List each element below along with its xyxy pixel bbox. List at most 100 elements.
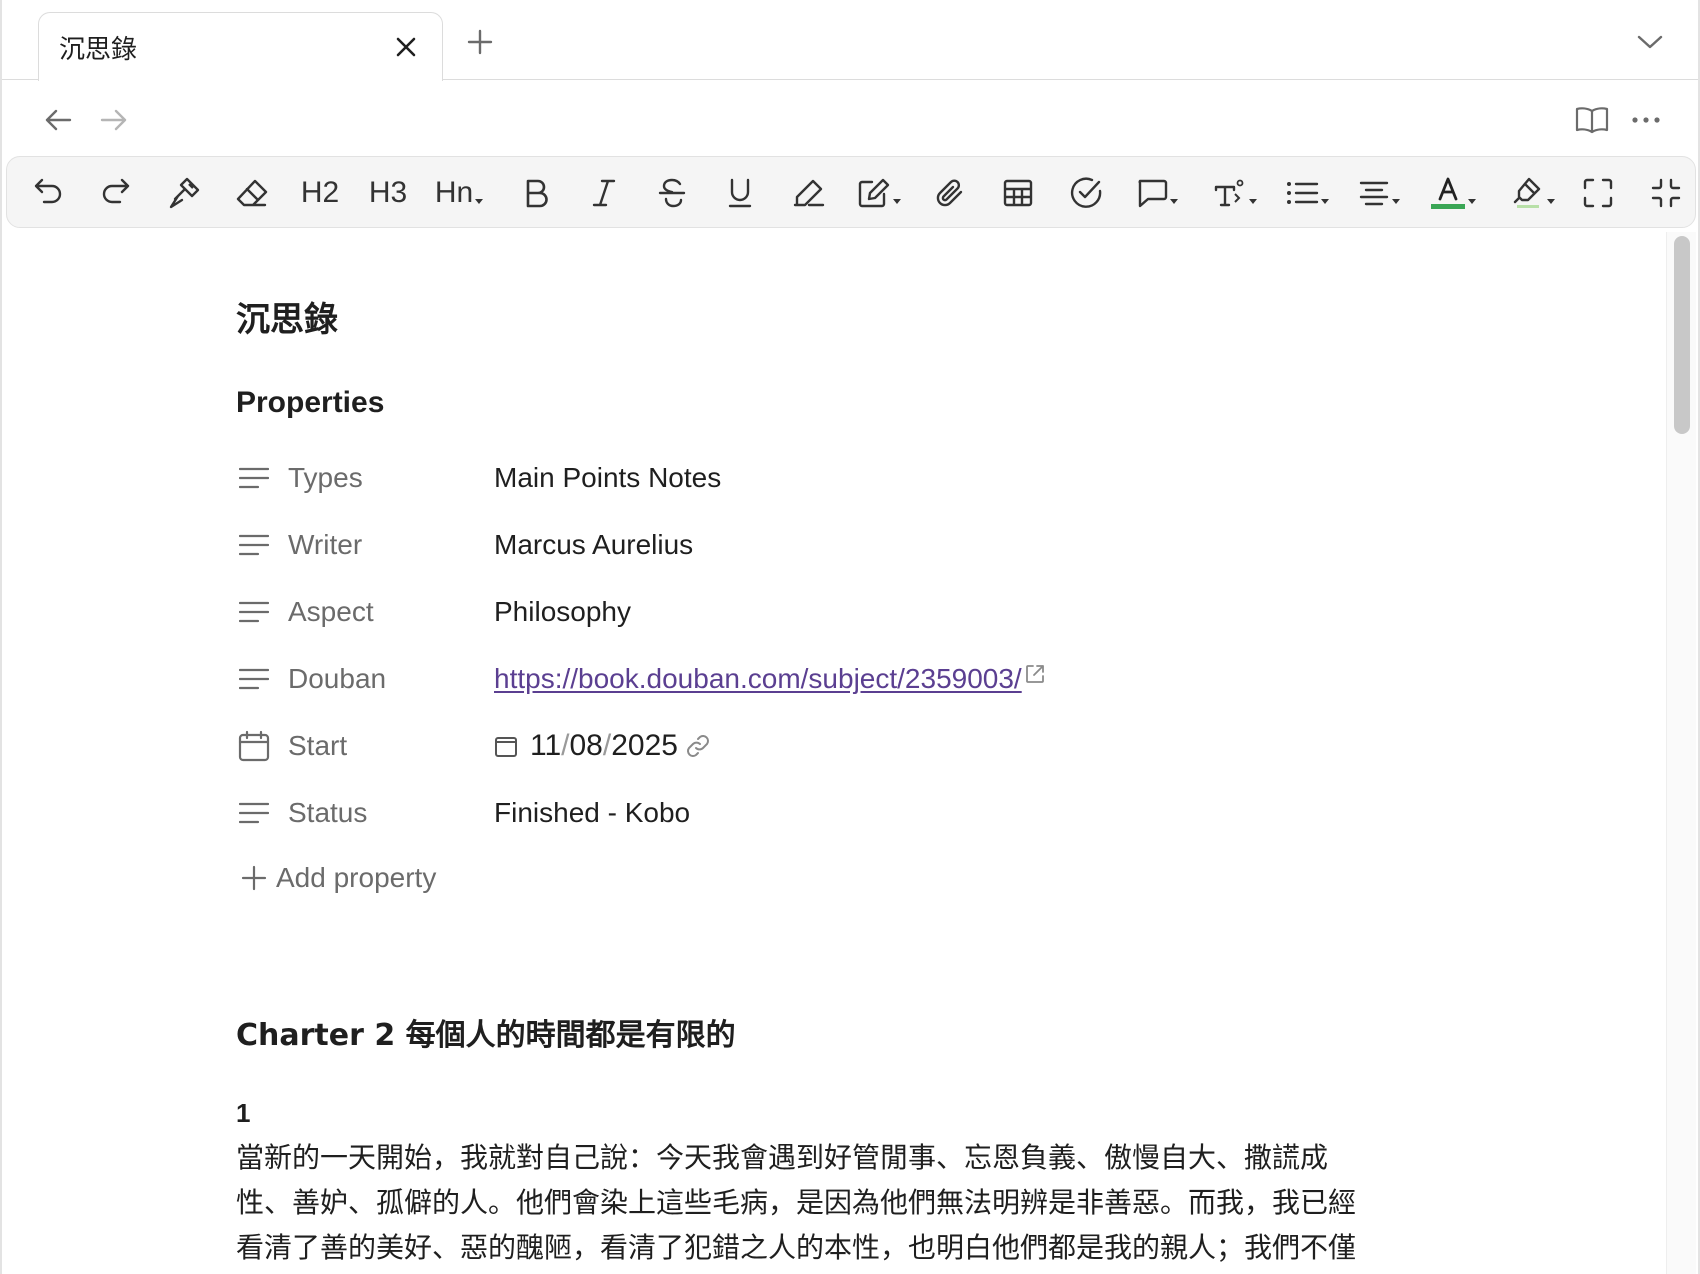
properties-heading[interactable]: Properties [236,386,384,420]
heading-3-button[interactable]: H3 [359,169,417,217]
heading-2-label: H2 [300,176,340,209]
property-key[interactable]: Douban [288,663,494,695]
edit-note-dropdown[interactable] [847,169,911,217]
text-lines-icon [236,594,272,630]
text-lines-icon [236,527,272,563]
tab-bar: 沉思錄 [2,0,1698,81]
property-row-start[interactable]: Start 11 / 08 / 2025 [236,720,1336,772]
arrow-right-icon[interactable] [94,100,134,140]
external-link-icon[interactable] [1024,663,1046,685]
edit-icon [858,178,890,208]
text-color-dropdown[interactable] [1421,169,1485,217]
paragraph-number[interactable]: 1 [236,1098,250,1129]
scrollbar-thumb[interactable] [1674,236,1690,434]
property-value[interactable]: Finished - Kobo [494,797,690,829]
undo-icon[interactable] [19,169,77,217]
heading-n-dropdown[interactable]: Hn [427,169,491,217]
property-row-status[interactable]: Status Finished - Kobo [236,787,1336,839]
property-value[interactable]: Philosophy [494,596,631,628]
date-day[interactable]: 11 [530,729,561,763]
heading-2-button[interactable]: H2 [291,169,349,217]
chevron-down-icon[interactable] [1630,24,1670,60]
calendar-small-icon[interactable] [494,734,518,758]
text-size-dropdown[interactable] [1203,169,1267,217]
paragraph-line[interactable]: 性、善妒、孤僻的人。他們會染上這些毛病，是因為他們無法明辨是非善惡。而我，我已經 [236,1181,1356,1221]
bullet-list-icon [1287,182,1319,204]
editor-toolbar: H2 H3 Hn [6,156,1696,228]
bold-icon[interactable] [507,169,565,217]
check-circle-icon[interactable] [1057,169,1115,217]
link-icon[interactable] [684,732,712,760]
section-heading[interactable]: Charter 2 每個人的時間都是有限的 [236,1010,736,1054]
scrollbar[interactable] [1666,232,1696,1274]
text-lines-icon [236,795,272,831]
date-value[interactable]: 11 / 08 / 2025 [494,729,712,763]
tab-title: 沉思錄 [59,34,138,65]
property-value-link: https://book.douban.com/subject/2359003/ [494,663,1046,695]
comment-dropdown[interactable] [1125,169,1189,217]
caret-down-icon [1321,199,1329,204]
date-year[interactable]: 2025 [611,729,678,763]
heading-3-label: H3 [368,176,408,209]
italic-icon[interactable] [575,169,633,217]
caret-down-icon [475,199,484,204]
book-open-icon[interactable] [1572,100,1612,140]
property-value[interactable]: Marcus Aurelius [494,529,693,561]
comment-icon [1138,179,1168,208]
redo-icon[interactable] [87,169,145,217]
caret-down-icon [1468,199,1476,204]
property-key[interactable]: Status [288,797,494,829]
document-content: 沉思錄 Properties Types Main Points Notes W… [2,232,1668,1274]
property-row-aspect[interactable]: Aspect Philosophy [236,586,1336,638]
property-row-writer[interactable]: Writer Marcus Aurelius [236,519,1336,571]
add-property-button[interactable]: Add property [240,862,436,894]
text-color-icon [1431,177,1465,209]
property-key[interactable]: Start [288,730,494,762]
table-icon[interactable] [989,169,1047,217]
heading-n-label: Hn [434,176,474,209]
highlighter-icon [1513,177,1541,208]
property-key[interactable]: Types [288,462,494,494]
format-painter-icon[interactable] [155,169,213,217]
date-separator: / [602,729,612,762]
align-center-icon [1359,181,1389,206]
more-icon[interactable] [1626,100,1666,140]
text-size-icon [1214,179,1244,207]
close-icon[interactable] [390,31,422,63]
douban-link[interactable]: https://book.douban.com/subject/2359003/ [494,663,1022,695]
text-lines-icon [236,661,272,697]
property-value[interactable]: Main Points Notes [494,462,721,494]
property-key[interactable]: Writer [288,529,494,561]
caret-down-icon [1547,199,1555,204]
highlight-color-dropdown[interactable] [1501,169,1565,217]
date-separator: / [561,729,570,762]
list-dropdown[interactable] [1275,169,1339,217]
strikethrough-icon[interactable] [643,169,701,217]
property-key[interactable]: Aspect [288,596,494,628]
text-lines-icon [236,460,272,496]
app-window: 沉思錄 H2 H3 Hn 沉思錄 Properties Types Main P… [0,0,1700,1274]
property-row-types[interactable]: Types Main Points Notes [236,452,1336,504]
calendar-icon [236,728,272,764]
collapse-icon[interactable] [1637,169,1695,217]
paragraph-line[interactable]: 看清了善的美好、惡的醜陋，看清了犯錯之人的本性，也明白他們都是我的親人；我們不僅 [236,1226,1356,1266]
page-title[interactable]: 沉思錄 [236,292,338,341]
caret-down-icon [1170,199,1178,204]
caret-down-icon [1249,199,1257,204]
caret-down-icon [893,199,901,204]
expand-icon[interactable] [1569,169,1627,217]
align-dropdown[interactable] [1347,169,1411,217]
property-row-douban[interactable]: Douban https://book.douban.com/subject/2… [236,653,1336,705]
paperclip-icon[interactable] [921,169,979,217]
paragraph-line[interactable]: 當新的一天開始，我就對自己說：今天我會遇到好管閒事、忘恩負義、傲慢自大、撒謊成 [236,1136,1328,1176]
underline-icon[interactable] [711,169,769,217]
plus-icon [241,865,267,891]
date-month[interactable]: 08 [570,729,603,763]
arrow-left-icon[interactable] [38,100,78,140]
highlighter-pen-icon[interactable] [779,169,837,217]
tab-document[interactable]: 沉思錄 [38,12,443,81]
eraser-icon[interactable] [223,169,281,217]
add-property-label: Add property [276,862,437,893]
caret-down-icon [1392,199,1400,204]
plus-icon[interactable] [460,22,500,62]
